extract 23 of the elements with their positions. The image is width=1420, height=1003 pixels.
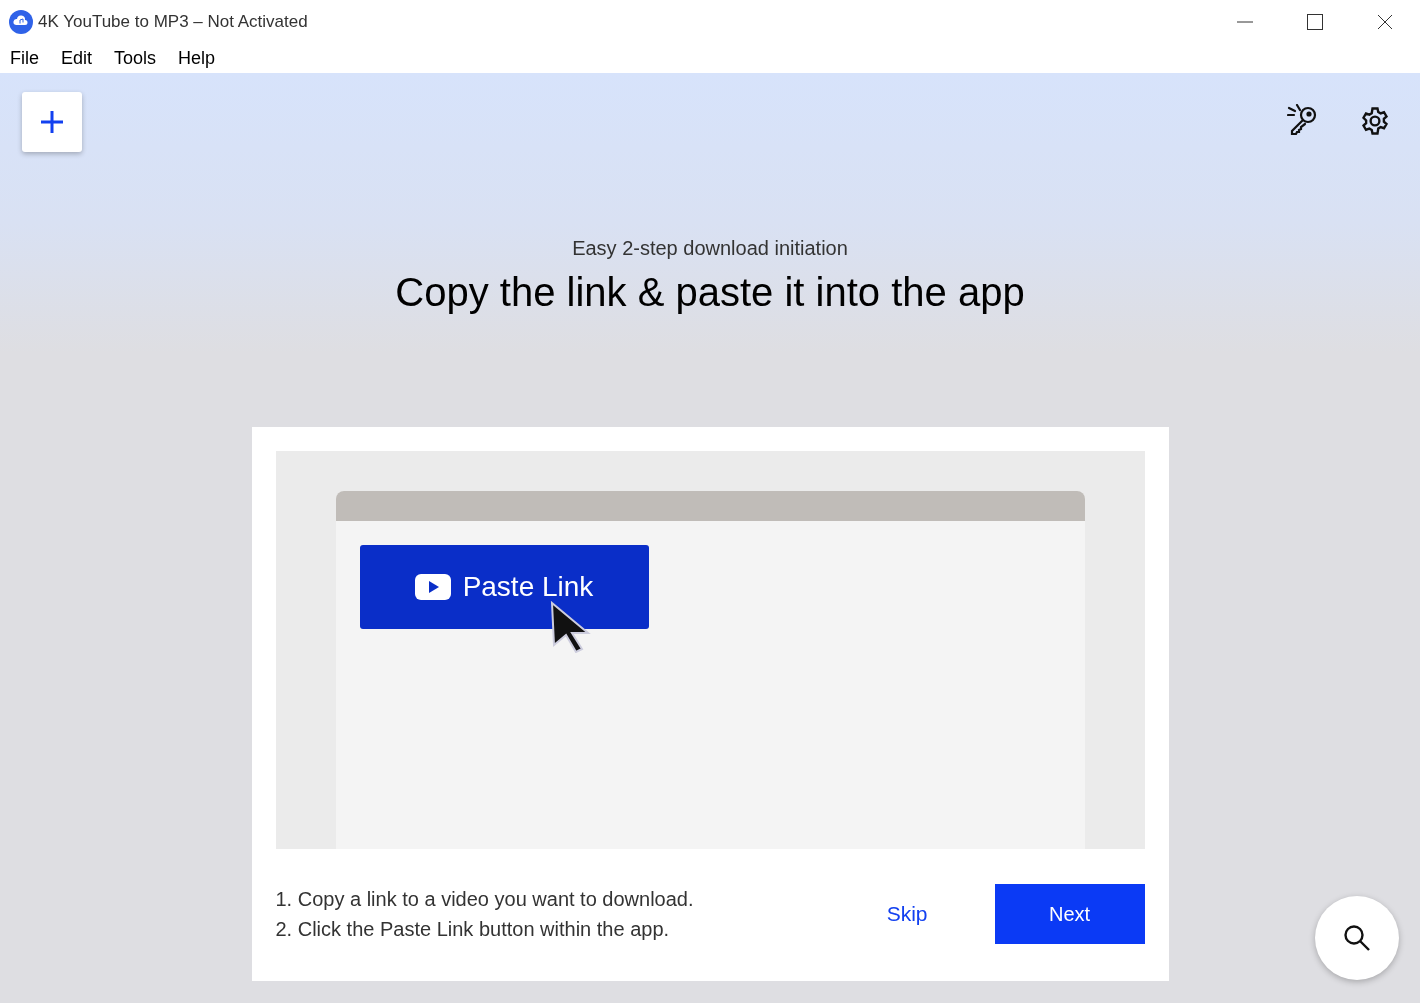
maximize-icon — [1307, 14, 1323, 30]
minimize-icon — [1237, 21, 1253, 23]
cursor-icon — [549, 601, 592, 653]
play-icon — [414, 574, 451, 600]
subtitle: Easy 2-step download initiation — [572, 236, 848, 261]
close-icon — [1377, 14, 1393, 30]
key-icon[interactable] — [1287, 104, 1319, 136]
instruction-step: 2. Click the Paste Link button within the app. — [275, 914, 694, 944]
search-icon — [1343, 924, 1371, 952]
window-title: 4K YouTube to MP3 – Not Activated — [38, 11, 308, 34]
plus-icon — [40, 110, 64, 134]
heading: Copy the link & paste it into the app — [395, 269, 1025, 316]
skip-button[interactable]: Skip — [886, 898, 928, 930]
settings-icon[interactable] — [1360, 106, 1390, 136]
instruction-step: 1. Copy a link to a video you want to download. — [275, 884, 694, 914]
next-button[interactable]: Next — [994, 884, 1145, 944]
add-button[interactable] — [22, 92, 82, 152]
menu-item[interactable]: Edit — [61, 45, 93, 72]
menu-item[interactable]: Tools — [114, 45, 157, 72]
search-button[interactable] — [1315, 896, 1399, 980]
app-logo-icon — [9, 10, 33, 34]
menu-item[interactable]: Help — [178, 45, 216, 72]
menu-item[interactable]: File — [10, 45, 39, 72]
